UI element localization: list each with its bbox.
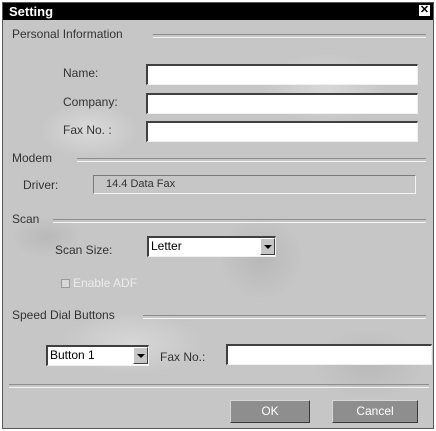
modem-divider bbox=[77, 158, 426, 162]
enable-adf-checkbox[interactable] bbox=[61, 279, 70, 288]
personal-info-divider bbox=[153, 34, 426, 38]
modem-heading: Modem bbox=[12, 151, 53, 165]
driver-label: Driver: bbox=[23, 178, 59, 192]
fax-field[interactable] bbox=[146, 121, 418, 142]
scan-heading: Scan bbox=[12, 212, 40, 226]
speed-dial-button-select[interactable]: Button 1 bbox=[46, 345, 149, 366]
name-field[interactable] bbox=[146, 64, 418, 85]
scan-size-label: Scan Size: bbox=[55, 243, 113, 257]
dialog-title: Setting bbox=[9, 4, 54, 19]
title-bar[interactable]: Setting ✕ bbox=[3, 3, 433, 20]
speed-dial-fax-field[interactable] bbox=[226, 344, 432, 365]
bottom-divider bbox=[9, 384, 429, 388]
cancel-button[interactable]: Cancel bbox=[332, 400, 418, 423]
scan-size-select[interactable]: Letter bbox=[147, 236, 276, 257]
company-label: Company: bbox=[63, 95, 118, 109]
setting-dialog: Setting ✕ Personal Information Name: Com… bbox=[2, 2, 434, 429]
name-label: Name: bbox=[63, 66, 99, 80]
personal-info-heading: Personal Information bbox=[12, 27, 123, 41]
driver-display: 14.4 Data Fax bbox=[93, 175, 416, 194]
ok-button[interactable]: OK bbox=[230, 400, 310, 423]
chevron-down-icon[interactable] bbox=[260, 238, 275, 255]
scan-divider bbox=[53, 219, 426, 223]
chevron-down-icon[interactable] bbox=[133, 347, 148, 364]
speed-dial-button-value: Button 1 bbox=[50, 348, 95, 362]
speed-dial-fax-label: Fax No.: bbox=[160, 350, 206, 364]
enable-adf-label: Enable ADF bbox=[73, 276, 138, 290]
fax-label: Fax No. : bbox=[63, 123, 112, 137]
scan-size-value: Letter bbox=[151, 239, 182, 253]
speed-dial-heading: Speed Dial Buttons bbox=[12, 308, 115, 322]
close-icon[interactable]: ✕ bbox=[419, 5, 430, 16]
speed-dial-divider bbox=[143, 315, 426, 319]
company-field[interactable] bbox=[146, 93, 418, 114]
